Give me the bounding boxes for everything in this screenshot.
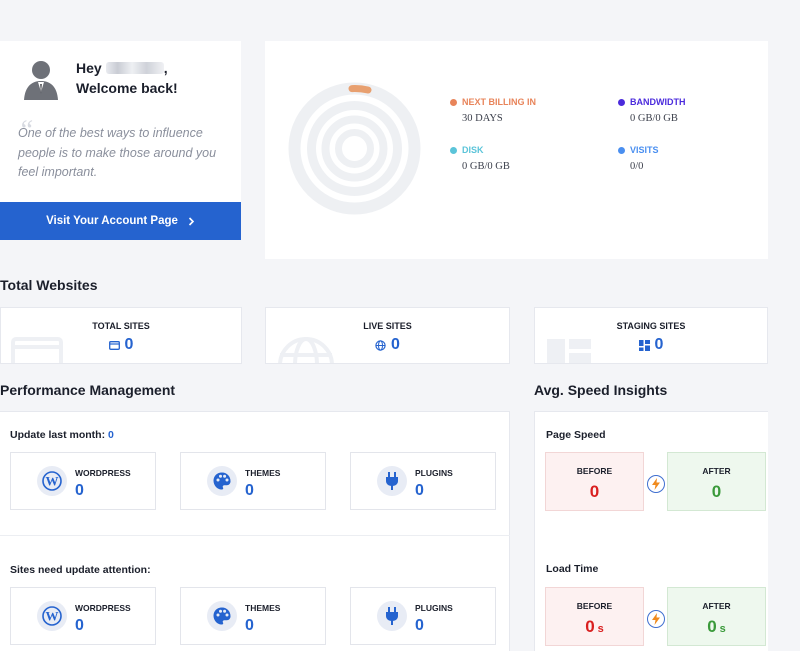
plug-icon: [386, 472, 398, 490]
page-speed-after-label: AFTER: [702, 466, 731, 476]
lightning-bolt-icon: [647, 475, 665, 493]
welcome-quote: One of the best ways to influence people…: [18, 126, 217, 179]
speed-insights-title: Avg. Speed Insights: [534, 382, 668, 398]
user-avatar-icon: [24, 61, 58, 100]
page-speed-before-value: 0: [589, 482, 600, 501]
svg-text:W: W: [46, 474, 59, 489]
staging-sites-count: 0: [654, 336, 664, 353]
globe-icon: [375, 339, 386, 351]
page-speed-after-box: AFTER 0: [667, 452, 766, 511]
load-time-before-unit: s: [597, 623, 604, 635]
plug-icon: [386, 607, 398, 625]
visits-value: 0/0: [630, 161, 644, 172]
browser-window-icon: [108, 340, 120, 350]
plugins-label: PLUGINS: [415, 468, 453, 478]
page-speed-before-box: BEFORE 0: [545, 452, 644, 511]
wordpress-update-card[interactable]: W WORDPRESS 0: [10, 452, 156, 510]
visits-dot-icon: [618, 146, 625, 154]
themes-count: 0: [245, 617, 254, 634]
next-billing-value: 30 DAYS: [462, 113, 503, 124]
themes-label: THEMES: [245, 603, 281, 613]
visits-stat: VISITS 0/0: [618, 145, 659, 172]
total-sites-label: TOTAL SITES: [92, 321, 150, 331]
live-sites-count: 0: [391, 336, 400, 353]
next-billing-stat: NEXT BILLING IN 30 DAYS: [450, 97, 536, 124]
themes-update-card[interactable]: THEMES 0: [180, 452, 326, 510]
load-time-after-box: AFTER 0s: [667, 587, 766, 646]
sites-need-update-label: Sites need update attention:: [10, 564, 151, 576]
plugins-attention-card[interactable]: PLUGINS 0: [350, 587, 496, 645]
total-sites-count: 0: [124, 336, 134, 353]
wordpress-icon: W: [42, 606, 62, 626]
wordpress-attention-card[interactable]: W WORDPRESS 0: [10, 587, 156, 645]
welcome-back-text: Welcome back!: [76, 80, 178, 96]
greeting: Hey,: [76, 60, 168, 76]
staging-sites-label: STAGING SITES: [616, 321, 686, 331]
performance-title: Performance Management: [0, 382, 176, 398]
wordpress-label: WORDPRESS: [75, 468, 131, 478]
plugins-update-card[interactable]: PLUGINS 0: [350, 452, 496, 510]
live-sites-card[interactable]: LIVE SITES 0: [265, 307, 510, 364]
lightning-bolt-icon: [647, 610, 665, 628]
load-time-after-unit: s: [719, 623, 726, 635]
themes-attention-card[interactable]: THEMES 0: [180, 587, 326, 645]
plugins-count: 0: [415, 617, 424, 634]
palette-icon: [213, 607, 231, 625]
performance-divider: [0, 535, 510, 536]
page-speed-before-label: BEFORE: [576, 466, 613, 476]
chevron-right-icon: [188, 216, 195, 226]
live-sites-label: LIVE SITES: [363, 321, 412, 331]
bandwidth-stat: BANDWIDTH 0 GB/0 GB: [618, 97, 686, 124]
plugins-count: 0: [415, 482, 424, 499]
staging-sites-card[interactable]: STAGING SITES 0: [534, 307, 768, 364]
themes-count: 0: [245, 482, 254, 499]
disk-stat: DISK 0 GB/0 GB: [450, 145, 510, 172]
visit-account-label: Visit Your Account Page: [46, 215, 178, 227]
load-time-after-label: AFTER: [702, 601, 731, 611]
dashboard-grid-icon: [638, 339, 650, 351]
load-time-before-value: 0: [585, 617, 595, 636]
usage-rings-chart: [288, 82, 421, 215]
page-speed-after-value: 0: [711, 482, 722, 501]
wordpress-label: WORDPRESS: [75, 603, 131, 613]
page-speed-label: Page Speed: [546, 429, 606, 441]
update-last-month-count: 0: [108, 429, 114, 441]
update-last-month: Update last month: 0: [10, 429, 114, 441]
wordpress-icon: W: [42, 471, 62, 491]
load-time-label: Load Time: [546, 563, 599, 575]
total-sites-card[interactable]: TOTAL SITES 0: [0, 307, 242, 364]
svg-text:W: W: [46, 609, 59, 624]
load-time-before-label: BEFORE: [576, 601, 613, 611]
bandwidth-value: 0 GB/0 GB: [630, 113, 678, 124]
total-websites-title: Total Websites: [0, 277, 98, 293]
palette-icon: [213, 472, 231, 490]
load-time-before-box: BEFORE 0s: [545, 587, 644, 646]
disk-value: 0 GB/0 GB: [462, 161, 510, 172]
next-billing-dot-icon: [450, 98, 457, 106]
load-time-after-value: 0: [707, 617, 717, 636]
disk-dot-icon: [450, 146, 457, 154]
wordpress-count: 0: [75, 617, 84, 634]
bandwidth-dot-icon: [618, 98, 625, 106]
wordpress-count: 0: [75, 482, 84, 499]
billing-progress-arc: [348, 85, 372, 94]
redacted-name: [105, 62, 164, 74]
plugins-label: PLUGINS: [415, 603, 453, 613]
themes-label: THEMES: [245, 468, 281, 478]
visit-account-button[interactable]: Visit Your Account Page: [0, 202, 241, 240]
